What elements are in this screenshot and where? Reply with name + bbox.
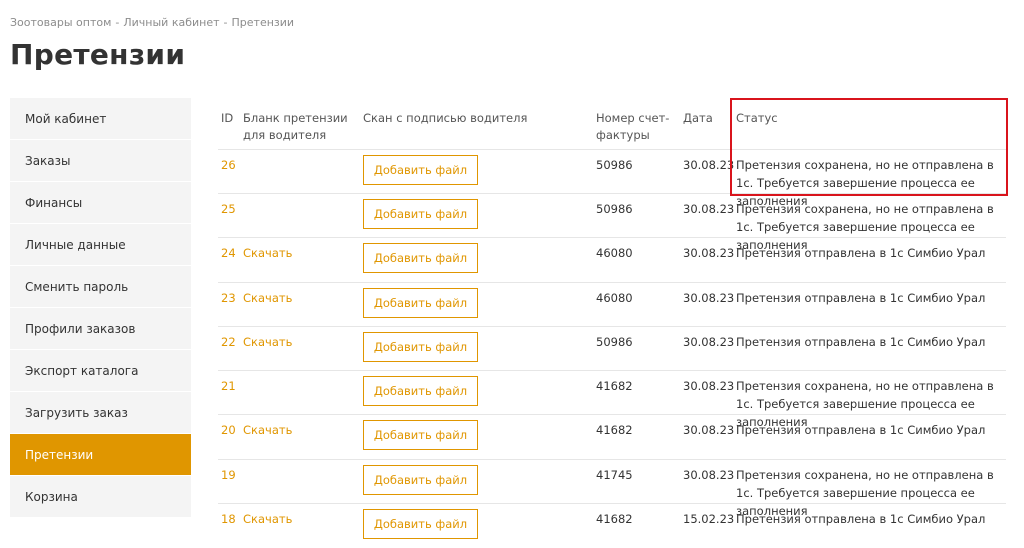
add-file-button[interactable]: Добавить файл [363,376,478,406]
add-file-button[interactable]: Добавить файл [363,199,478,229]
breadcrumb-link-home[interactable]: Зоотовары оптом [10,16,111,29]
download-link[interactable]: Скачать [243,289,292,307]
table-row: 24 Скачать Добавить файл 46080 30.08.23 Прете… [218,237,1006,282]
column-header-invoice: Номер счет-фактуры [596,111,670,142]
column-header-blank: Бланк претензии для водителя [243,111,348,142]
table-row: 25 Добавить файл 50986 30.08.23 Претензия со… [218,193,1006,252]
sidebar-item-upload-order[interactable]: Загрузить заказ [10,392,191,434]
claim-status: Претензия отправлена в 1с Симбио Урал [736,423,986,437]
sidebar: Мой кабинет Заказы Финансы Личные данные… [10,98,191,518]
claim-date: 30.08.23 [683,202,735,216]
sidebar-item-my-cabinet[interactable]: Мой кабинет [10,98,191,140]
download-link[interactable]: Скачать [243,421,292,439]
column-header-date: Дата [683,111,713,125]
claim-date: 30.08.23 [683,158,735,172]
column-header-status: Статус [736,111,778,125]
download-link[interactable]: Скачать [243,510,292,528]
invoice-number: 50986 [596,158,633,172]
claim-id-link[interactable]: 24 [221,244,236,262]
breadcrumb: Зоотовары оптом - Личный кабинет - Претензии [10,16,294,29]
invoice-number: 50986 [596,202,633,216]
add-file-button[interactable]: Добавить файл [363,288,478,318]
add-file-button[interactable]: Добавить файл [363,420,478,450]
sidebar-item-finance[interactable]: Финансы [10,182,191,224]
invoice-number: 50986 [596,335,633,349]
claim-status: Претензия отправлена в 1с Симбио Урал [736,512,986,526]
invoice-number: 41682 [596,512,633,526]
claim-date: 30.08.23 [683,379,735,393]
sidebar-item-personal-data[interactable]: Личные данные [10,224,191,266]
claim-id-link[interactable]: 26 [221,156,236,174]
breadcrumb-current: Претензии [231,16,295,29]
claim-id-link[interactable]: 19 [221,466,236,484]
claim-date: 30.08.23 [683,468,735,482]
download-link[interactable]: Скачать [243,244,292,262]
table-row: 26 Добавить файл 50986 30.08.23 Претензия со… [218,149,1006,208]
sidebar-item-orders[interactable]: Заказы [10,140,191,182]
claim-id-link[interactable]: 21 [221,377,236,395]
invoice-number: 46080 [596,291,633,305]
claim-date: 30.08.23 [683,291,735,305]
table-row: 22 Скачать Добавить файл 50986 30.08.23 Прете… [218,326,1006,371]
add-file-button[interactable]: Добавить файл [363,155,478,185]
add-file-button[interactable]: Добавить файл [363,243,478,273]
download-link[interactable]: Скачать [243,333,292,351]
table-row: 20 Скачать Добавить файл 41682 30.08.23 Прете… [218,414,1006,459]
table-row: 18 Скачать Добавить файл 41682 15.02.23 Прете… [218,503,1006,548]
claim-id-link[interactable]: 18 [221,510,236,528]
column-header-id: ID [221,111,234,125]
claim-status: Претензия отправлена в 1с Симбио Урал [736,335,986,349]
sidebar-item-order-profiles[interactable]: Профили заказов [10,308,191,350]
invoice-number: 41682 [596,379,633,393]
sidebar-item-claims[interactable]: Претензии [10,434,191,476]
claim-status: Претензия отправлена в 1с Симбио Урал [736,291,986,305]
table-row: 21 Добавить файл 41682 30.08.23 Претензия со… [218,370,1006,429]
claim-id-link[interactable]: 22 [221,333,236,351]
invoice-number: 41682 [596,423,633,437]
breadcrumb-separator: - [115,16,120,29]
sidebar-item-change-password[interactable]: Сменить пароль [10,266,191,308]
table-row: 19 Добавить файл 41745 30.08.23 Претензия со… [218,459,1006,518]
table-row: 23 Скачать Добавить файл 46080 30.08.23 Прете… [218,282,1006,327]
claim-date: 15.02.23 [683,512,735,526]
claim-id-link[interactable]: 25 [221,200,236,218]
claim-id-link[interactable]: 20 [221,421,236,439]
sidebar-item-catalog-export[interactable]: Экспорт каталога [10,350,191,392]
breadcrumb-separator: - [223,16,228,29]
claim-date: 30.08.23 [683,335,735,349]
claim-date: 30.08.23 [683,423,735,437]
page-title: Претензии [10,38,186,71]
sidebar-item-cart[interactable]: Корзина [10,476,191,518]
add-file-button[interactable]: Добавить файл [363,332,478,362]
claim-status: Претензия отправлена в 1с Симбио Урал [736,246,986,260]
column-header-scan: Скан с подписью водителя [363,111,528,125]
invoice-number: 46080 [596,246,633,260]
claim-id-link[interactable]: 23 [221,289,236,307]
add-file-button[interactable]: Добавить файл [363,509,478,539]
add-file-button[interactable]: Добавить файл [363,465,478,495]
breadcrumb-link-cabinet[interactable]: Личный кабинет [123,16,219,29]
claim-date: 30.08.23 [683,246,735,260]
invoice-number: 41745 [596,468,633,482]
